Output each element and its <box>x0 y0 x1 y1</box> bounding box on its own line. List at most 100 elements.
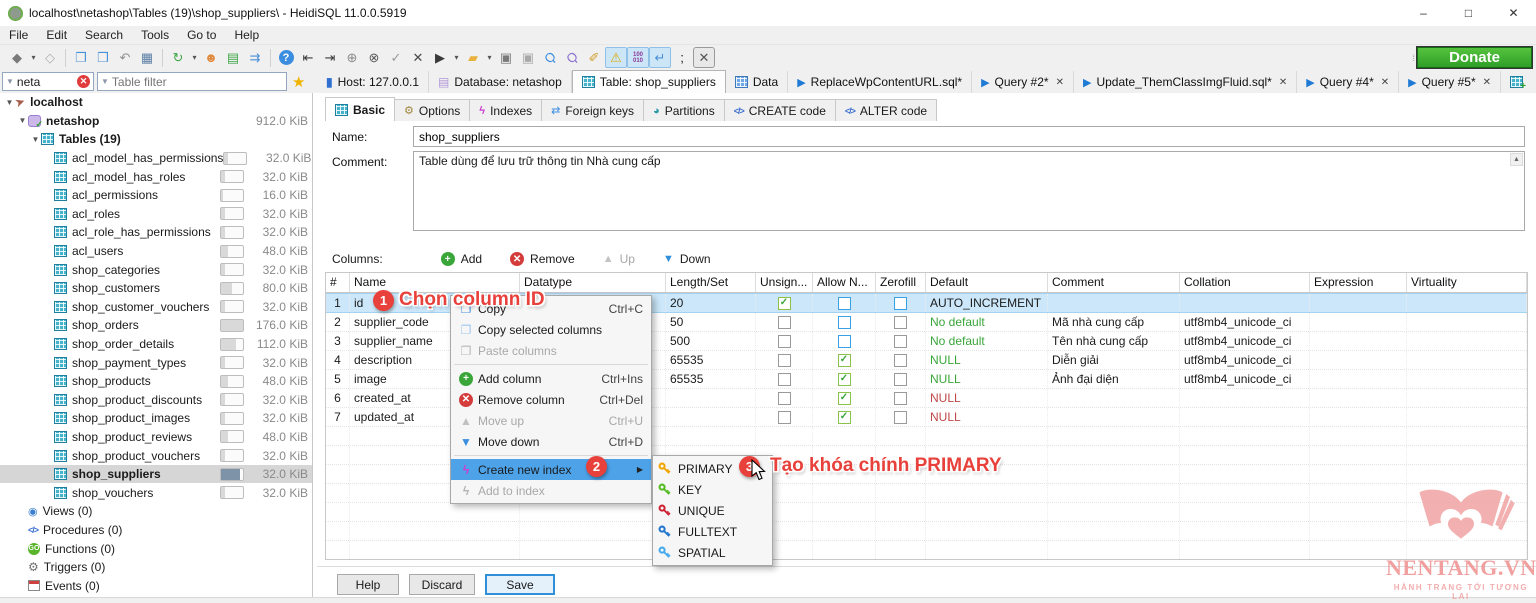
allow-null-checkbox[interactable] <box>838 316 851 329</box>
submenu-item-key[interactable]: KEY <box>653 479 772 500</box>
zerofill-checkbox[interactable] <box>894 373 907 386</box>
tree-item-shop-products[interactable]: shop_products48.0 KiB <box>0 372 312 391</box>
unsigned-cell[interactable] <box>756 313 813 331</box>
tree-item-shop-vouchers[interactable]: shop_vouchers32.0 KiB <box>0 483 312 502</box>
tree-item-events-0-[interactable]: Events (0) <box>0 576 312 595</box>
execute-sql-icon[interactable]: ▶ <box>429 47 451 68</box>
menu-item-create-new-index[interactable]: ϟCreate new index▶ <box>451 459 651 480</box>
find-replace-icon[interactable]: Ϙ <box>561 47 583 68</box>
expand-chevron-icon[interactable]: ▼ <box>30 135 41 144</box>
grid-cell-virtuality[interactable] <box>1407 313 1527 331</box>
favorites-star-icon[interactable]: ★ <box>292 73 305 91</box>
zerofill-cell[interactable] <box>876 332 926 350</box>
columns-down-button[interactable]: ▼Down <box>663 252 711 266</box>
close-tab-icon[interactable]: ✕ <box>693 47 715 68</box>
grid-header-unsign[interactable]: Unsign... <box>756 273 813 292</box>
allow-null-cell[interactable]: ✓ <box>813 408 876 426</box>
print-icon[interactable]: ▦ <box>136 47 158 68</box>
allow-null-checkbox[interactable]: ✓ <box>838 411 851 424</box>
grid-cell-length[interactable]: 65535 <box>666 370 756 388</box>
grid-cell-comment[interactable] <box>1048 389 1180 407</box>
grid-cell-length[interactable]: 50 <box>666 313 756 331</box>
tree-item-shop-product-discounts[interactable]: shop_product_discounts32.0 KiB <box>0 391 312 410</box>
paste-icon[interactable]: ❒ <box>92 47 114 68</box>
grid-cell-expression[interactable] <box>1310 313 1407 331</box>
unsigned-checkbox[interactable]: ✓ <box>778 297 791 310</box>
save-button[interactable]: Save <box>485 574 555 595</box>
unsigned-checkbox[interactable] <box>778 316 791 329</box>
delete-record-icon[interactable]: ⊗ <box>363 47 385 68</box>
grid-header-[interactable]: # <box>326 273 350 292</box>
tree-item-tables-19-[interactable]: ▼Tables (19) <box>0 130 312 149</box>
tree-item-procedures-0-[interactable]: </>Procedures (0) <box>0 521 312 540</box>
unsigned-cell[interactable] <box>756 408 813 426</box>
grid-cell-virtuality[interactable] <box>1407 370 1527 388</box>
close-tab-icon[interactable]: ✕ <box>1279 77 1287 88</box>
grid-cell-default[interactable]: No default <box>926 313 1048 331</box>
grid-header-default[interactable]: Default <box>926 273 1048 292</box>
zerofill-checkbox[interactable] <box>894 316 907 329</box>
tab-query-2-[interactable]: ▶Query #2*✕ <box>972 71 1074 93</box>
grid-cell-num[interactable]: 2 <box>326 313 350 331</box>
tab-query-4-[interactable]: ▶Query #4*✕ <box>1297 71 1399 93</box>
unsigned-checkbox[interactable] <box>778 411 791 424</box>
donate-button[interactable]: Donate <box>1417 47 1532 68</box>
allow-null-checkbox[interactable]: ✓ <box>838 354 851 367</box>
grid-cell-collation[interactable]: utf8mb4_unicode_ci <box>1180 370 1310 388</box>
unsigned-cell[interactable] <box>756 389 813 407</box>
wrap-lines-icon[interactable]: ↵ <box>649 47 671 68</box>
refresh-icon[interactable]: ↻ <box>167 47 189 68</box>
user-manager-icon[interactable]: ☻ <box>200 47 222 68</box>
tab-update-themclassimgfluid-sql-[interactable]: ▶Update_ThemClassImgFluid.sql*✕ <box>1074 71 1297 93</box>
grid-cell-expression[interactable] <box>1310 370 1407 388</box>
clear-filter-icon[interactable]: ✕ <box>77 75 90 88</box>
grid-cell-collation[interactable]: utf8mb4_unicode_ci <box>1180 313 1310 331</box>
grid-cell-length[interactable]: 65535 <box>666 351 756 369</box>
submenu-item-spatial[interactable]: SPATIAL <box>653 542 772 563</box>
zerofill-cell[interactable] <box>876 389 926 407</box>
refresh-dropdown[interactable]: ▾ <box>189 47 200 68</box>
undo-icon[interactable]: ↶ <box>114 47 136 68</box>
close-tab-icon[interactable]: ✕ <box>1056 77 1064 88</box>
allow-null-checkbox[interactable]: ✓ <box>838 392 851 405</box>
expand-chevron-icon[interactable]: ▼ <box>17 116 28 125</box>
session-manager-icon[interactable]: ◆ <box>6 47 28 68</box>
grid-header-allown[interactable]: Allow N... <box>813 273 876 292</box>
unsigned-cell[interactable]: ✓ <box>756 294 813 312</box>
allow-null-cell[interactable]: ✓ <box>813 370 876 388</box>
menu-edit[interactable]: Edit <box>37 28 76 42</box>
binary-literals-icon[interactable]: 100 010 <box>627 47 649 68</box>
minimize-button[interactable]: – <box>1401 0 1446 26</box>
grid-cell-comment[interactable]: Mã nhà cung cấp <box>1048 313 1180 331</box>
grid-cell-comment[interactable]: Diễn giải <box>1048 351 1180 369</box>
grid-cell-virtuality[interactable] <box>1407 351 1527 369</box>
grid-header-expression[interactable]: Expression <box>1310 273 1407 292</box>
grid-cell-default[interactable]: No default <box>926 332 1048 350</box>
columns-remove-button[interactable]: ✕Remove <box>510 252 575 266</box>
grid-header-zerofill[interactable]: Zerofill <box>876 273 926 292</box>
grid-cell-default[interactable]: NULL <box>926 351 1048 369</box>
tab-database-netashop[interactable]: ▤Database: netashop <box>429 71 572 93</box>
tree-item-shop-customer-vouchers[interactable]: shop_customer_vouchers32.0 KiB <box>0 298 312 317</box>
editor-tab-options[interactable]: ⚙Options <box>395 99 470 121</box>
scroll-up-icon[interactable]: ▲ <box>1510 153 1523 166</box>
grid-cell-comment[interactable]: Ảnh đại diện <box>1048 370 1180 388</box>
tab-host-127-0-0-1[interactable]: ▮Host: 127.0.0.1 <box>317 71 429 93</box>
tree-item-acl-model-has-permissions[interactable]: acl_model_has_permissions32.0 KiB <box>0 149 312 168</box>
tree-item-shop-categories[interactable]: shop_categories32.0 KiB <box>0 260 312 279</box>
execute-dropdown[interactable]: ▾ <box>451 47 462 68</box>
tree-item-acl-model-has-roles[interactable]: acl_model_has_roles32.0 KiB <box>0 167 312 186</box>
unsigned-checkbox[interactable] <box>778 392 791 405</box>
tree-item-shop-product-reviews[interactable]: shop_product_reviews48.0 KiB <box>0 428 312 447</box>
last-record-icon[interactable]: ⇥ <box>319 47 341 68</box>
grid-cell-collation[interactable] <box>1180 294 1310 312</box>
unsigned-cell[interactable] <box>756 332 813 350</box>
grid-cell-length[interactable] <box>666 408 756 426</box>
menu-tools[interactable]: Tools <box>132 28 178 42</box>
menu-item-move-down[interactable]: ▼Move downCtrl+D <box>451 431 651 452</box>
allow-null-checkbox[interactable]: ✓ <box>838 373 851 386</box>
grid-cell-comment[interactable] <box>1048 294 1180 312</box>
tree-item-localhost[interactable]: ▼➤localhost <box>0 93 312 112</box>
tree-item-acl-users[interactable]: acl_users48.0 KiB <box>0 242 312 261</box>
grid-cell-collation[interactable]: utf8mb4_unicode_ci <box>1180 351 1310 369</box>
